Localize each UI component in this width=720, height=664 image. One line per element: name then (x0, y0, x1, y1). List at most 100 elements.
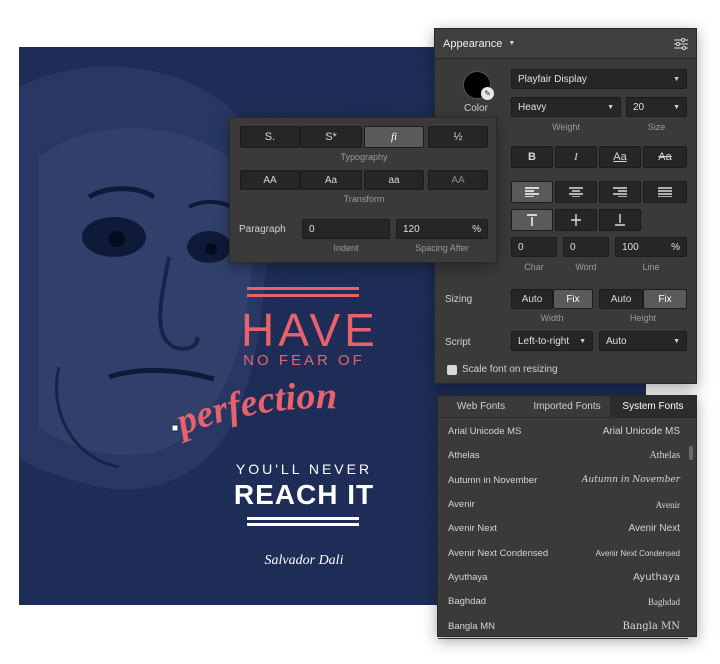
font-list-item[interactable]: Baghdad Baghdad (438, 590, 688, 615)
headline-no-fear-of[interactable]: NO FEAR OF (241, 352, 367, 369)
sliders-icon[interactable] (674, 37, 688, 50)
font-preview: Avenir Next (628, 523, 680, 535)
script-direction-select[interactable]: Left-to-right ▼ (511, 331, 593, 351)
script-auto-select[interactable]: Auto ▼ (599, 331, 687, 351)
weight-select[interactable]: Heavy ▼ (511, 97, 621, 117)
strikethrough-button[interactable]: Aa (643, 146, 687, 168)
chevron-down-icon[interactable]: ▼ (508, 40, 515, 47)
font-preview: Avenir (655, 499, 680, 510)
height-fix-label: Fix (658, 293, 672, 305)
spacing-after-field[interactable]: 120 % (396, 219, 488, 239)
font-list-item[interactable]: Avenir Next Condensed Avenir Next Conden… (438, 541, 688, 566)
font-list-item[interactable]: Avenir Next Avenir Next (438, 517, 688, 542)
stylistic-alt-button[interactable]: S* (300, 126, 362, 148)
eyedropper-icon[interactable]: ✎ (481, 87, 494, 100)
font-list: Arial Unicode MS Arial Unicode MS Athela… (438, 420, 688, 639)
tab-imported-fonts[interactable]: Imported Fonts (524, 396, 610, 417)
width-fix-button[interactable]: Fix (553, 289, 593, 309)
italic-label: I (574, 151, 578, 163)
valign-middle-button[interactable] (555, 209, 597, 231)
bold-button[interactable]: B (511, 146, 553, 168)
fraction-label: ½ (453, 131, 463, 143)
align-left-icon (525, 187, 539, 197)
char-spacing-field[interactable]: 0 (511, 237, 557, 257)
transform-smallcaps-button[interactable]: AA (428, 170, 488, 190)
align-justify-icon (658, 187, 672, 197)
ligature-button[interactable]: fi (364, 126, 424, 148)
align-left-button[interactable] (511, 181, 553, 203)
typography-panel: S. S* fi ½ Typography AA Aa aa AA Transf… (229, 117, 497, 263)
valign-bottom-icon (615, 214, 625, 226)
font-preview: Bangla MN (622, 620, 680, 632)
font-source-tabs: Web Fonts Imported Fonts System Fonts (438, 396, 696, 418)
font-list-item[interactable]: Athelas Athelas (438, 444, 688, 469)
fraction-button[interactable]: ½ (428, 126, 488, 148)
headline-reach-it[interactable]: REACH IT (229, 479, 379, 511)
font-name: Avenir Next Condensed (448, 547, 549, 559)
font-name: Avenir Next (448, 523, 497, 535)
font-list-item[interactable]: Avenir Avenir (438, 493, 688, 518)
font-list-item[interactable]: Autumn in November Autumn in November (438, 469, 688, 493)
sizing-label: Sizing (445, 294, 473, 305)
font-name: Athelas (448, 450, 480, 462)
font-list-scrollbar[interactable] (689, 446, 693, 460)
appearance-header[interactable]: Appearance ▼ (435, 29, 696, 59)
align-right-button[interactable] (599, 181, 641, 203)
color-swatch[interactable]: ✎ (463, 71, 494, 100)
font-name: Baghdad (448, 596, 487, 608)
indent-label: Indent (333, 243, 359, 253)
font-name: Ayuthaya (448, 571, 488, 583)
stylistic-alt-label: S* (325, 131, 337, 143)
swash-button[interactable]: S. (240, 126, 300, 148)
valign-top-button[interactable] (511, 209, 553, 231)
headline-have[interactable]: HAVE (241, 303, 375, 357)
size-select[interactable]: 20 ▼ (626, 97, 687, 117)
font-family-select[interactable]: Playfair Display ▼ (511, 69, 687, 89)
font-name: Bangla MN (448, 620, 495, 632)
svg-text:perfection: perfection (172, 377, 337, 444)
height-auto-label: Auto (610, 293, 632, 305)
align-justify-button[interactable] (643, 181, 687, 203)
word-spacing-field[interactable]: 0 (563, 237, 609, 257)
size-value: 20 (633, 101, 645, 113)
font-list-item[interactable]: Bangla MN Bangla MN (438, 614, 688, 639)
paragraph-label: Paragraph (239, 224, 286, 235)
fonts-panel: Web Fonts Imported Fonts System Fonts Ar… (437, 395, 697, 639)
italic-button[interactable]: I (555, 146, 597, 168)
align-center-icon (569, 187, 583, 197)
chevron-down-icon: ▼ (673, 337, 680, 345)
line-spacing-field[interactable]: 100 % (615, 237, 687, 257)
transform-lowercase-button[interactable]: aa (364, 170, 424, 190)
align-center-button[interactable] (555, 181, 597, 203)
tab-web-fonts[interactable]: Web Fonts (438, 396, 524, 417)
height-fix-button[interactable]: Fix (643, 289, 687, 309)
spacing-after-value: 120 (403, 223, 420, 235)
underline-button[interactable]: Aa (599, 146, 641, 168)
headline-perfection[interactable]: perfection (172, 377, 442, 447)
height-auto-button[interactable]: Auto (599, 289, 643, 309)
signature-text[interactable]: Salvador Dali (219, 553, 389, 569)
swash-label: S. (264, 131, 276, 143)
tab-system-fonts[interactable]: System Fonts (610, 396, 696, 417)
indent-field[interactable]: 0 (302, 219, 390, 239)
valign-bottom-button[interactable] (599, 209, 641, 231)
spacing-after-label: Spacing After (415, 243, 469, 253)
transform-capitalize-label: Aa (324, 174, 338, 186)
transform-capitalize-button[interactable]: Aa (300, 170, 362, 190)
weight-label: Weight (552, 122, 580, 132)
transform-uppercase-button[interactable]: AA (240, 170, 300, 190)
font-name: Avenir (448, 499, 475, 511)
font-preview: Baghdad (648, 596, 680, 607)
font-list-item[interactable]: Ayuthaya Ayuthaya (438, 566, 688, 591)
width-auto-button[interactable]: Auto (511, 289, 553, 309)
selection-handle[interactable] (172, 424, 179, 432)
align-right-icon (613, 187, 627, 197)
accent-rule-top-2 (247, 294, 359, 297)
indent-value: 0 (309, 223, 315, 235)
color-label: Color (464, 103, 488, 114)
headline-youll-never[interactable]: YOU'LL NEVER (229, 461, 379, 477)
transform-label: Transform (343, 194, 385, 204)
scale-font-checkbox[interactable] (447, 365, 457, 375)
font-list-item[interactable]: Arial Unicode MS Arial Unicode MS (438, 420, 688, 445)
font-preview: Avenir Next Condensed (595, 548, 680, 558)
